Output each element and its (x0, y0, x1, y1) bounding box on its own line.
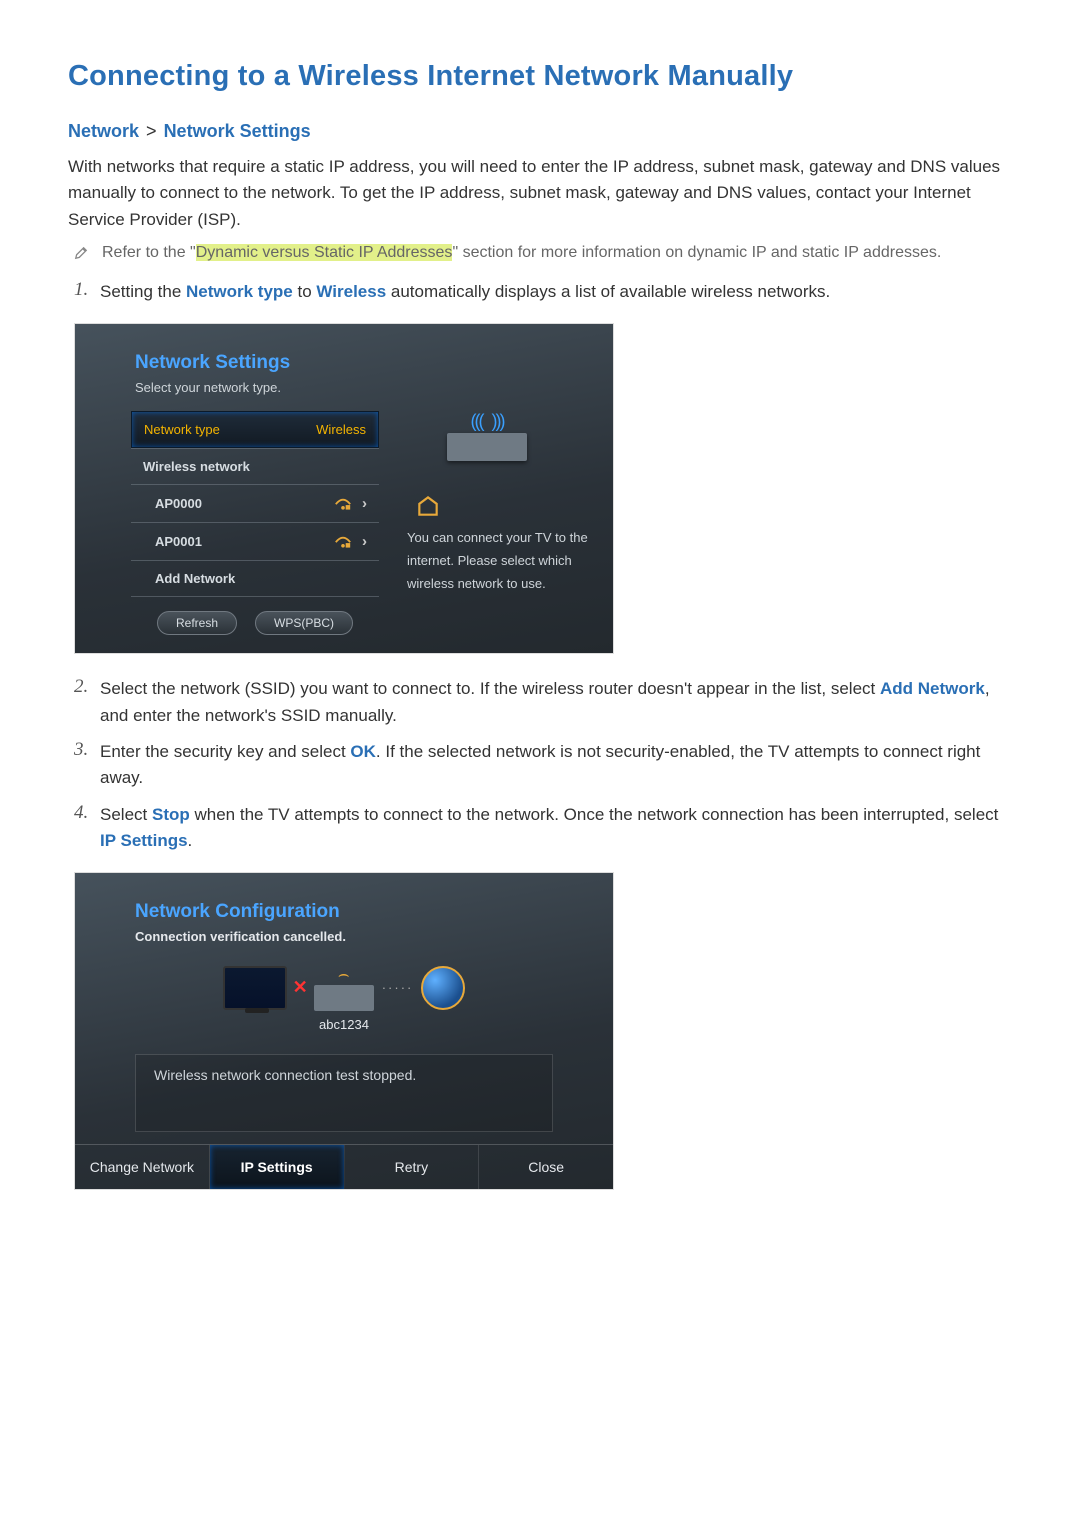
breadcrumb: Network > Network Settings (68, 121, 1012, 142)
network-settings-panel: Network Settings Select your network typ… (74, 323, 614, 654)
kw-add-network: Add Network (880, 679, 985, 698)
panel1-side-text: You can connect your TV to the internet.… (407, 527, 597, 595)
kw-stop: Stop (152, 805, 190, 824)
chevron-right-icon: › (362, 495, 367, 512)
step-4: 4. Select Stop when the TV attempts to c… (74, 802, 1012, 855)
network-type-value: Wireless (316, 422, 366, 437)
panel2-title: Network Configuration (135, 901, 553, 923)
step-1: 1. Setting the Network type to Wireless … (74, 279, 1012, 305)
page-title: Connecting to a Wireless Internet Networ… (68, 60, 1012, 93)
breadcrumb-b[interactable]: Network Settings (164, 121, 311, 141)
wifi-lock-icon (334, 497, 352, 511)
note-highlight: Dynamic versus Static IP Addresses (196, 244, 453, 261)
step-number: 1. (74, 279, 100, 301)
step-2: 2. Select the network (SSID) you want to… (74, 676, 1012, 729)
step-3: 3. Enter the security key and select OK.… (74, 739, 1012, 792)
tv-icon (223, 966, 287, 1010)
close-button[interactable]: Close (479, 1145, 613, 1189)
router-icon (447, 433, 527, 461)
change-network-button[interactable]: Change Network (75, 1145, 210, 1189)
device-icon (415, 493, 441, 525)
step-number: 3. (74, 739, 100, 761)
kw-ok: OK (350, 742, 376, 761)
breadcrumb-a[interactable]: Network (68, 121, 139, 141)
ip-settings-button[interactable]: IP Settings (210, 1145, 345, 1189)
ssid-label: abc1234 (75, 1017, 613, 1032)
step-number: 4. (74, 802, 100, 824)
note-row: Refer to the "Dynamic versus Static IP A… (74, 241, 1012, 265)
network-type-row[interactable]: Network type Wireless (131, 411, 379, 448)
retry-button[interactable]: Retry (345, 1145, 480, 1189)
wifi-waves-icon: ((( ))) (471, 411, 504, 432)
note-text: Refer to the "Dynamic versus Static IP A… (102, 241, 941, 265)
chevron-right-icon: › (362, 533, 367, 550)
breadcrumb-sep: > (146, 121, 157, 141)
wps-pbc-button[interactable]: WPS(PBC) (255, 611, 353, 635)
connection-illustration: ((( ))) (407, 415, 567, 525)
refresh-button[interactable]: Refresh (157, 611, 237, 635)
kw-network-type: Network type (186, 282, 293, 301)
step-number: 2. (74, 676, 100, 698)
panel2-subtitle: Connection verification cancelled. (135, 929, 553, 944)
network-item-ap0000[interactable]: AP0000 › (131, 484, 379, 522)
pencil-icon (74, 245, 88, 259)
dots-icon: ····· (382, 980, 414, 995)
wireless-network-header: Wireless network (131, 448, 379, 484)
disconnected-icon: ✕ (293, 977, 308, 998)
panel2-footer: Change Network IP Settings Retry Close (75, 1144, 613, 1189)
kw-ip-settings: IP Settings (100, 831, 188, 850)
globe-icon (421, 966, 465, 1010)
router-icon: ⌢ (314, 964, 374, 1011)
status-message: Wireless network connection test stopped… (135, 1054, 553, 1132)
connection-diagram: ✕ ⌢ ····· (75, 964, 613, 1011)
network-item-ap0001[interactable]: AP0001 › (131, 522, 379, 560)
add-network-row[interactable]: Add Network (131, 560, 379, 597)
intro-text: With networks that require a static IP a… (68, 154, 1012, 233)
wifi-lock-icon (334, 535, 352, 549)
kw-wireless: Wireless (316, 282, 386, 301)
panel1-title: Network Settings (135, 352, 553, 374)
network-type-label: Network type (144, 422, 220, 437)
network-configuration-panel: Network Configuration Connection verific… (74, 872, 614, 1190)
panel1-subtitle: Select your network type. (135, 380, 553, 395)
